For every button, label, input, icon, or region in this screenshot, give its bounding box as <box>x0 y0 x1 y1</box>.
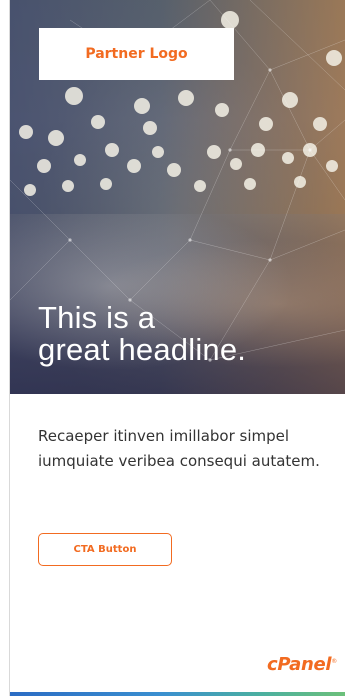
headline: This is a great headline. <box>38 302 338 366</box>
cta-button[interactable]: CTA Button <box>38 533 172 566</box>
partner-logo-text: Partner Logo <box>85 46 188 62</box>
cpanel-logo: cPanel® <box>267 654 337 675</box>
registered-mark: ® <box>331 658 337 665</box>
body-copy: Recaeper itinven imillabor simpel iumqui… <box>38 427 320 470</box>
partner-logo: Partner Logo <box>39 28 234 80</box>
ad-banner: Partner Logo This is a great headline. R… <box>0 0 345 696</box>
headline-line-1: This is a <box>38 300 156 335</box>
cta-button-label: CTA Button <box>73 544 137 555</box>
bottom-accent-bar <box>10 692 345 696</box>
cpanel-logo-text: cPanel <box>267 654 332 675</box>
headline-line-2: great headline. <box>38 332 247 367</box>
hero-image: Partner Logo This is a great headline. <box>10 0 345 394</box>
